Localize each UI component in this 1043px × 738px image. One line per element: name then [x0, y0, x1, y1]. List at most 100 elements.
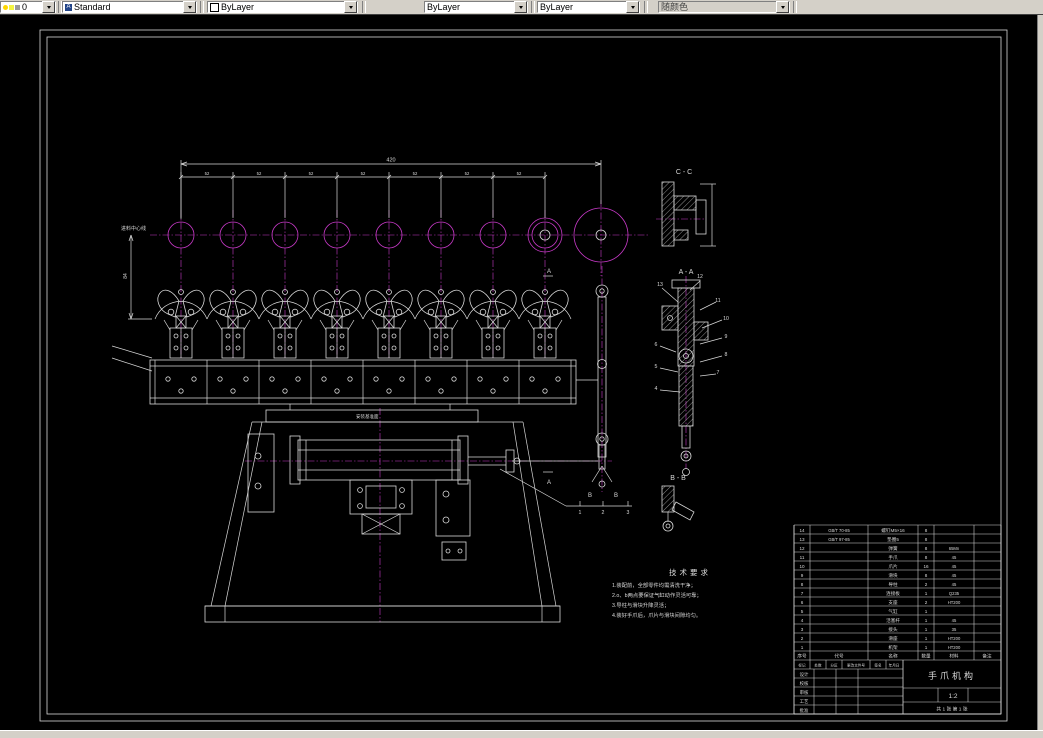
svg-text:滑块: 滑块	[888, 572, 898, 579]
svg-text:2.o、b两点要保证气缸动作灵活可靠；: 2.o、b两点要保证气缸动作灵活可靠；	[612, 591, 702, 599]
svg-text:10: 10	[799, 564, 805, 569]
svg-text:支座: 支座	[888, 599, 898, 606]
drawing-geometry: 52 52 52 52 52 52 521 2 3456789101112131.装配前，全部零…	[39, 29, 1008, 722]
svg-text:35: 35	[952, 627, 957, 632]
svg-text:连接板: 连接板	[886, 590, 900, 597]
text-style-combo[interactable]: A Standard	[62, 1, 197, 13]
chevron-down-icon[interactable]	[183, 1, 196, 13]
plot-style-value: 随颜色	[661, 1, 689, 12]
svg-text:机架: 机架	[888, 644, 898, 651]
svg-text:52: 52	[517, 171, 522, 176]
svg-text:12: 12	[697, 274, 703, 280]
svg-text:1: 1	[579, 510, 582, 516]
svg-text:1: 1	[925, 645, 928, 650]
svg-text:接头: 接头	[888, 626, 898, 633]
svg-text:8: 8	[925, 573, 928, 578]
svg-text:9: 9	[801, 573, 804, 578]
chevron-down-icon	[776, 1, 789, 13]
linetype-combo[interactable]: ByLayer	[424, 1, 528, 13]
svg-text:处数: 处数	[814, 663, 822, 668]
svg-text:审核: 审核	[800, 689, 809, 696]
svg-text:批准: 批准	[800, 707, 809, 714]
svg-text:45: 45	[952, 618, 957, 623]
title-block-scale: 1:2	[948, 693, 957, 700]
vertical-scrollbar[interactable]	[1037, 14, 1043, 731]
svg-text:工艺: 工艺	[800, 699, 809, 704]
feed-centerline-label: 进料中心线	[121, 225, 146, 232]
drawing-canvas[interactable]: 52 52 52 52 52 52 52 1 2 3 4 5 6 7 8 9 10 11 12 13 1.装配前，全部零…	[0, 14, 1038, 731]
svg-text:11: 11	[715, 298, 720, 304]
svg-text:材料: 材料	[949, 653, 959, 660]
toolbar: 0 A Standard ByLayer ByLayer ByLayer 随颜色	[0, 0, 1043, 15]
svg-text:名称: 名称	[888, 653, 898, 660]
svg-text:7: 7	[717, 370, 720, 376]
section-letter-a-bottom: A	[547, 480, 551, 486]
svg-text:45: 45	[952, 564, 957, 569]
section-letter-b-left: B	[588, 493, 592, 499]
svg-text:8: 8	[925, 555, 928, 560]
horizontal-scrollbar[interactable]	[0, 730, 1043, 738]
svg-text:活塞杆: 活塞杆	[886, 617, 900, 624]
svg-text:65Mn: 65Mn	[949, 546, 960, 551]
svg-text:5: 5	[655, 364, 658, 370]
layer-combo[interactable]: 0	[0, 1, 56, 13]
svg-text:10: 10	[723, 316, 729, 322]
svg-text:52: 52	[413, 171, 418, 176]
datum-label: 安装基准面	[356, 413, 379, 420]
svg-text:3: 3	[801, 627, 804, 632]
svg-text:1: 1	[925, 618, 928, 623]
section-label-aa: A - A	[679, 269, 694, 276]
svg-text:分区: 分区	[830, 663, 838, 668]
svg-text:HT200: HT200	[948, 600, 961, 605]
svg-text:8: 8	[925, 546, 928, 551]
svg-text:1: 1	[925, 636, 928, 641]
lineweight-combo[interactable]: ByLayer	[537, 1, 640, 13]
toolbar-separator	[362, 1, 366, 13]
text-style-icon: A	[65, 3, 72, 11]
layer-combo-value: 0	[22, 1, 28, 12]
chevron-down-icon[interactable]	[42, 1, 55, 13]
svg-text:GB/T 70-85: GB/T 70-85	[828, 528, 850, 533]
svg-text:气缸: 气缸	[888, 608, 898, 614]
svg-text:备注: 备注	[982, 653, 992, 660]
title-block-sheet: 共 1 张 第 1 张	[936, 706, 967, 713]
toolbar-separator	[644, 1, 648, 13]
chevron-down-icon[interactable]	[344, 1, 357, 13]
svg-text:序号: 序号	[797, 653, 807, 660]
svg-text:弹簧: 弹簧	[888, 545, 898, 552]
svg-text:代号: 代号	[834, 653, 844, 660]
svg-text:2: 2	[602, 510, 605, 516]
svg-text:1: 1	[925, 609, 928, 614]
svg-text:45: 45	[952, 555, 957, 560]
svg-text:14: 14	[799, 528, 805, 533]
svg-text:3.导柱与滑块升降灵活；: 3.导柱与滑块升降灵活；	[612, 601, 669, 609]
svg-text:8: 8	[725, 352, 728, 358]
svg-text:校核: 校核	[800, 680, 809, 687]
svg-text:更改文件号: 更改文件号	[847, 663, 865, 668]
text-style-value: Standard	[74, 1, 111, 12]
svg-text:13: 13	[799, 537, 805, 542]
dimension-overall: 420	[386, 158, 395, 164]
chevron-down-icon[interactable]	[626, 1, 639, 13]
svg-text:45: 45	[952, 582, 957, 587]
svg-text:4: 4	[655, 386, 658, 392]
svg-text:52: 52	[205, 171, 210, 176]
svg-text:数量: 数量	[921, 653, 931, 660]
section-letter-a-top: A	[547, 269, 551, 275]
svg-text:8: 8	[925, 528, 928, 533]
svg-text:13: 13	[657, 282, 663, 288]
svg-text:GB/T 97-85: GB/T 97-85	[828, 537, 850, 542]
svg-text:7: 7	[801, 591, 804, 596]
toolbar-separator	[531, 1, 535, 13]
svg-text:2: 2	[801, 636, 804, 641]
svg-text:4.装好手爪后，爪片与滑块间隙均匀。: 4.装好手爪后，爪片与滑块间隙均匀。	[612, 611, 701, 619]
svg-text:滑座: 滑座	[888, 635, 898, 642]
svg-text:52: 52	[361, 171, 366, 176]
svg-text:年月日: 年月日	[889, 663, 900, 668]
svg-text:HT200: HT200	[948, 636, 961, 641]
svg-text:Q235: Q235	[949, 591, 960, 596]
svg-text:2: 2	[925, 582, 928, 587]
color-combo[interactable]: ByLayer	[207, 1, 358, 13]
chevron-down-icon[interactable]	[514, 1, 527, 13]
svg-text:12: 12	[799, 546, 805, 551]
